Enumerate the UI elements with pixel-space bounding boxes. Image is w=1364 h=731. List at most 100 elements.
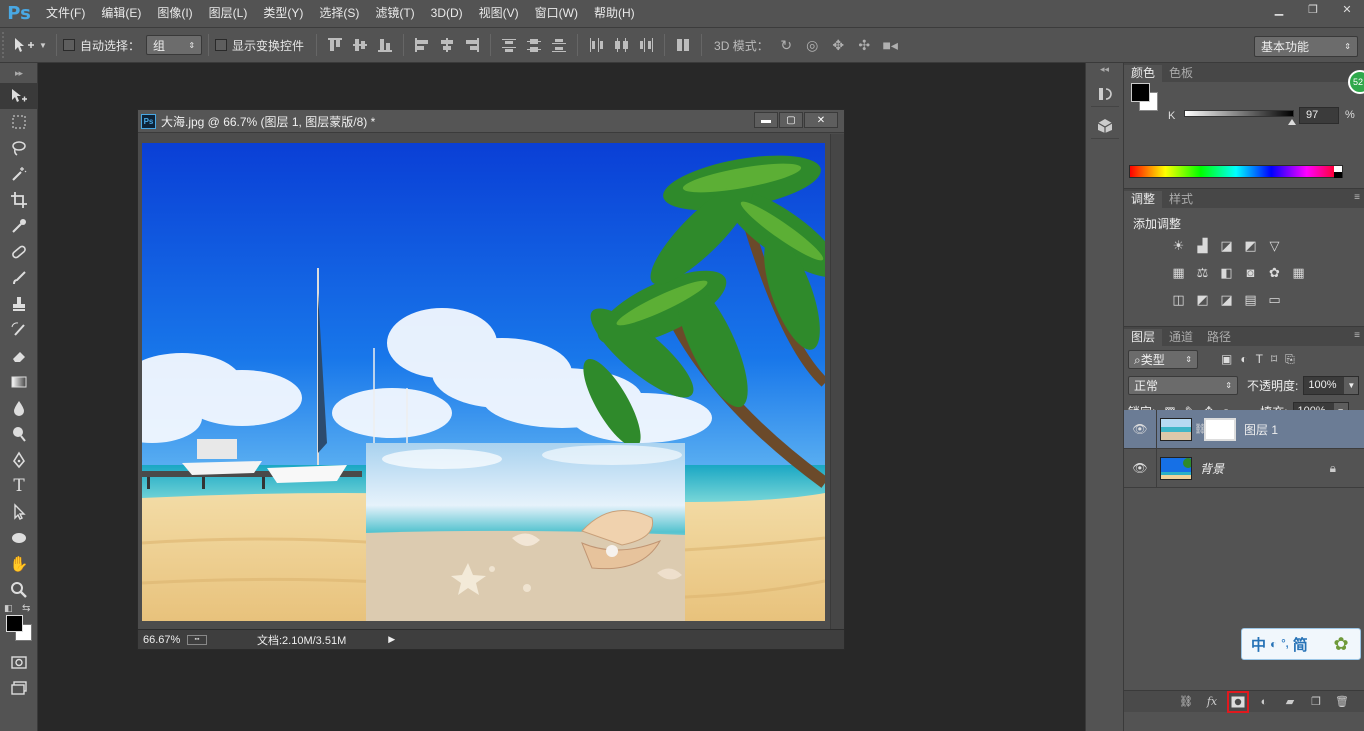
properties-panel-button[interactable] <box>1091 113 1119 139</box>
tab-adjustments[interactable]: 调整 <box>1124 191 1163 208</box>
screen-mode-button[interactable] <box>0 675 38 701</box>
color-balance-icon[interactable]: ⚖ <box>1194 264 1211 281</box>
eyedropper-tool[interactable] <box>0 213 38 239</box>
status-preview-icon[interactable]: ▪▪ <box>187 634 207 645</box>
restore-button[interactable]: ❐ <box>1296 0 1330 18</box>
filter-smart-object-icon[interactable]: ⎘ <box>1285 352 1295 367</box>
visibility-eye-icon[interactable]: 👁︎ <box>1124 461 1156 475</box>
menu-edit[interactable]: 编辑(E) <box>93 0 149 27</box>
doc-minimize-button[interactable]: ▬ <box>754 112 778 128</box>
history-panel-button[interactable] <box>1091 81 1119 107</box>
magic-wand-tool[interactable] <box>0 161 38 187</box>
align-top-edges-icon[interactable] <box>327 37 343 53</box>
spectrum-black-white[interactable] <box>1334 166 1342 178</box>
layer-filter-dropdown[interactable]: ⌕类型 ⇕ <box>1128 349 1198 369</box>
auto-select-checkbox[interactable]: 自动选择： <box>63 37 140 54</box>
minimize-button[interactable]: ▁ <box>1262 0 1296 18</box>
layer-mask-thumbnail[interactable] <box>1204 417 1236 441</box>
doc-close-button[interactable]: ✕ <box>804 112 838 128</box>
filter-shape-icon[interactable]: ⌑ <box>1271 352 1277 367</box>
threshold-icon[interactable]: ◪ <box>1218 291 1235 308</box>
tab-channels[interactable]: 通道 <box>1162 329 1200 346</box>
menu-filter[interactable]: 滤镜(T) <box>367 0 422 27</box>
lasso-tool[interactable] <box>0 135 38 161</box>
new-group-folder-icon[interactable]: ▰ <box>1282 694 1298 710</box>
align-left-edges-icon[interactable] <box>414 37 430 53</box>
adjustment-layer-icon[interactable]: ◐ <box>1256 694 1272 710</box>
moon-icon[interactable]: ◐ <box>1270 637 1277 651</box>
k-slider[interactable] <box>1184 110 1296 125</box>
auto-select-dropdown[interactable]: 组 ⇕ <box>146 35 203 55</box>
tab-swatches[interactable]: 色板 <box>1162 65 1200 82</box>
quick-mask-button[interactable] <box>0 649 38 675</box>
collapse-tools-icon[interactable]: ▸▸ <box>0 63 37 83</box>
zoom-tool[interactable] <box>0 577 38 603</box>
move-tool-preset[interactable]: ▼ <box>10 37 50 53</box>
mask-link-icon[interactable]: ⛓︎ <box>1194 424 1207 435</box>
menu-type[interactable]: 类型(Y) <box>255 0 311 27</box>
visibility-eye-icon[interactable]: 👁︎ <box>1124 422 1156 436</box>
gradient-map-icon[interactable]: ▤ <box>1242 291 1259 308</box>
auto-align-layers-icon[interactable] <box>675 37 691 53</box>
k-slider-thumb[interactable] <box>1287 119 1296 125</box>
add-layer-mask-button[interactable] <box>1227 690 1249 713</box>
dodge-tool[interactable] <box>0 421 38 447</box>
align-vertical-centers-icon[interactable] <box>352 37 368 53</box>
tab-color[interactable]: 颜色 <box>1124 65 1163 82</box>
opacity-input[interactable]: 100% ▼ <box>1303 375 1360 395</box>
selective-color-icon[interactable]: ▭ <box>1266 291 1283 308</box>
curves-icon[interactable]: ◪ <box>1218 237 1235 254</box>
type-tool[interactable]: T <box>0 473 38 499</box>
path-selection-tool[interactable] <box>0 499 38 525</box>
menu-view[interactable]: 视图(V) <box>471 0 527 27</box>
close-window-button[interactable]: ✕ <box>1330 0 1364 18</box>
document-titlebar[interactable]: Ps 大海.jpg @ 66.7% (图层 1, 图层蒙版/8) * ▬ ▢ ✕ <box>138 110 844 133</box>
photo-filter-icon[interactable]: ◙ <box>1242 264 1259 281</box>
menu-3d[interactable]: 3D(D) <box>423 0 471 27</box>
workspace-dropdown[interactable]: 基本功能 ⇕ <box>1254 36 1358 57</box>
3d-scale-icon[interactable]: ■◂ <box>882 37 899 53</box>
pen-tool[interactable] <box>0 447 38 473</box>
menu-help[interactable]: 帮助(H) <box>586 0 643 27</box>
delete-layer-trash-icon[interactable]: 🗑︎ <box>1334 694 1350 710</box>
ime-simplified[interactable]: 简 <box>1293 634 1308 655</box>
crop-tool[interactable] <box>0 187 38 213</box>
chevron-down-icon[interactable]: ▼ <box>1344 376 1359 394</box>
3d-rotate-icon[interactable]: ↻ <box>778 37 795 53</box>
show-transform-checkbox[interactable]: 显示变换控件 <box>215 37 304 54</box>
channel-mixer-icon[interactable]: ✿ <box>1266 264 1283 281</box>
foreground-color-swatch[interactable] <box>6 615 23 632</box>
layer-row-layer1[interactable]: 👁︎ ⛓︎ 图层 1 <box>1124 409 1364 449</box>
filter-type-icon[interactable]: T <box>1256 352 1263 367</box>
status-menu-arrow-icon[interactable]: ▶ <box>388 634 395 645</box>
distribute-top-icon[interactable] <box>501 37 517 53</box>
swap-colors-icon[interactable]: ⇆ <box>22 603 30 614</box>
align-horizontal-centers-icon[interactable] <box>439 37 455 53</box>
tab-styles[interactable]: 样式 <box>1162 191 1200 208</box>
black-white-icon[interactable]: ◧ <box>1218 264 1235 281</box>
hand-tool[interactable]: ✋ <box>0 551 38 577</box>
healing-brush-tool[interactable] <box>0 239 38 265</box>
tab-paths[interactable]: 路径 <box>1200 329 1238 346</box>
brightness-contrast-icon[interactable]: ☀ <box>1170 237 1187 254</box>
color-foreground-swatch[interactable] <box>1131 83 1150 102</box>
collapse-panels-icon[interactable]: ◂◂ <box>1086 63 1123 75</box>
ime-toolbar[interactable]: 中 ◐ °, 简 ✿ <box>1241 628 1361 660</box>
new-layer-icon[interactable]: ❐ <box>1308 694 1324 710</box>
menu-file[interactable]: 文件(F) <box>38 0 93 27</box>
layer-row-background[interactable]: 👁︎ 背景 🔒︎ <box>1124 448 1364 488</box>
distribute-bottom-icon[interactable] <box>551 37 567 53</box>
document-scrollbar[interactable] <box>830 134 844 630</box>
brush-tool[interactable] <box>0 265 38 291</box>
default-colors-icon[interactable]: ◧ <box>4 603 13 614</box>
blur-tool[interactable] <box>0 395 38 421</box>
filter-adjustment-icon[interactable]: ◐ <box>1240 352 1247 367</box>
align-right-edges-icon[interactable] <box>464 37 480 53</box>
align-bottom-edges-icon[interactable] <box>377 37 393 53</box>
zoom-level[interactable]: 66.67% <box>143 634 185 646</box>
3d-drag-icon[interactable]: ✥ <box>830 37 847 53</box>
menu-layer[interactable]: 图层(L) <box>201 0 256 27</box>
options-grip[interactable] <box>2 32 10 58</box>
menu-window[interactable]: 窗口(W) <box>527 0 586 27</box>
exposure-icon[interactable]: ◩ <box>1242 237 1259 254</box>
